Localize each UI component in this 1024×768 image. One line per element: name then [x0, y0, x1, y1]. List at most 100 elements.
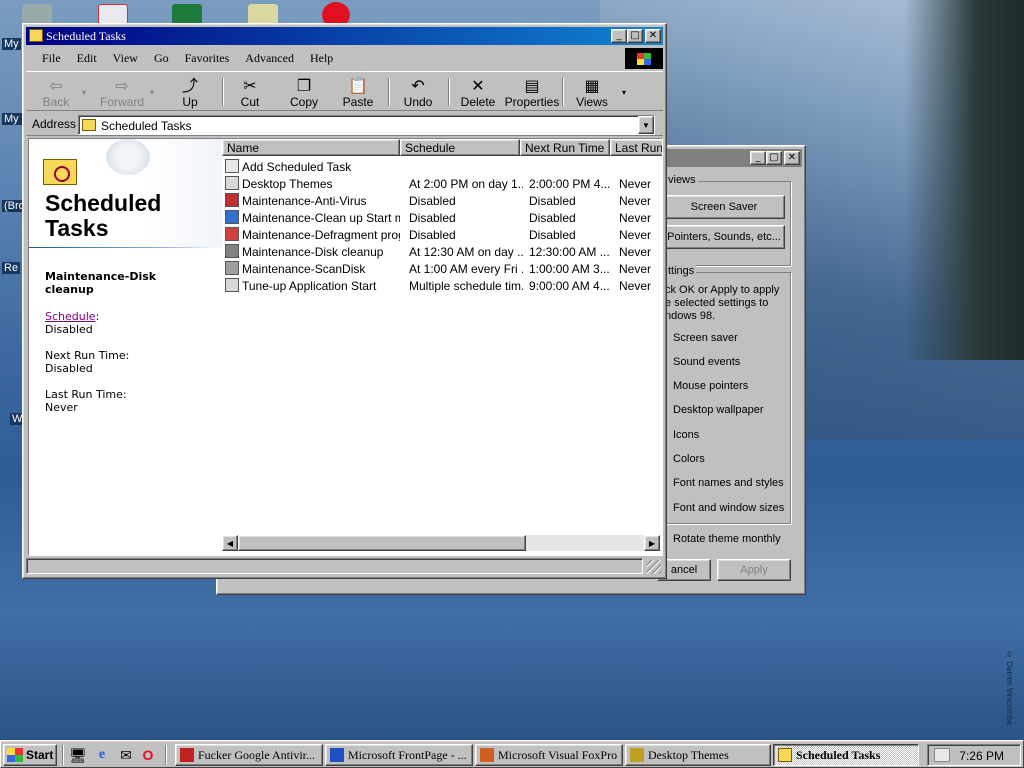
properties-button[interactable]: ▤ Properties [504, 75, 560, 110]
horizontal-scrollbar[interactable]: ◀ ▶ [222, 535, 660, 551]
close-button[interactable]: ✕ [784, 151, 800, 165]
copy-label: Copy [289, 95, 318, 109]
menu-favorites[interactable]: Favorites [177, 51, 238, 66]
table-row[interactable]: Maintenance-Anti-Virus Disabled Disabled Ne… [222, 192, 662, 209]
menu-bar: File Edit View Go Favorites Advanced Hel… [26, 47, 663, 69]
copy-button[interactable]: ❐ Copy [278, 75, 330, 110]
menu-edit[interactable]: Edit [69, 51, 105, 66]
taskbar-separator [62, 745, 64, 765]
wallpaper-trees [904, 0, 1024, 360]
address-dropdown-button[interactable]: ▼ [638, 116, 654, 134]
views-dropdown[interactable]: ▾ [618, 75, 630, 109]
taskbar-button-antivirus[interactable]: Fucker Google Antivir... [175, 744, 323, 766]
setting-mouse-pointers[interactable]: Mouse pointers [673, 380, 748, 392]
cleanup-task-icon [225, 210, 239, 224]
screen-saver-button[interactable]: Screen Saver [663, 195, 785, 219]
desktop-icon-label[interactable]: My [2, 38, 21, 50]
undo-button[interactable]: ↶ Undo [392, 75, 444, 110]
pointers-sounds-button[interactable]: Pointers, Sounds, etc... [663, 225, 785, 249]
next-run-field: Next Run Time: Disabled [45, 349, 129, 375]
resize-grip-icon[interactable] [647, 560, 661, 574]
back-dropdown[interactable]: ▾ [78, 75, 90, 109]
setting-font-sizes[interactable]: Font and window sizes [673, 502, 784, 514]
table-row[interactable]: Add Scheduled Task [222, 158, 662, 175]
apply-button[interactable]: Apply [717, 559, 791, 581]
toolbar-separator [562, 78, 564, 106]
column-header-name[interactable]: Name [222, 139, 400, 156]
scroll-right-icon[interactable]: ▶ [644, 535, 660, 551]
up-button[interactable]: ⤴ Up [164, 75, 216, 110]
start-button[interactable]: Start [3, 744, 57, 766]
task-last-run: Never [619, 228, 652, 242]
taskbar-button-label: Fucker Google Antivir... [198, 747, 315, 762]
maximize-button[interactable]: □ [766, 151, 782, 165]
paste-button[interactable]: 📋 Paste [332, 75, 384, 110]
scandisk-task-icon [225, 261, 239, 275]
table-row[interactable]: Tune-up Application Start Multiple schedu… [222, 277, 662, 294]
web-view-pane: Scheduled Tasks Maintenance-Disk cleanup… [29, 139, 222, 555]
task-name: Maintenance-Clean up Start me... [242, 211, 400, 225]
window-titlebar[interactable]: Scheduled Tasks _ □ ✕ [26, 27, 663, 45]
menu-advanced[interactable]: Advanced [237, 51, 302, 66]
table-row[interactable]: Maintenance-Clean up Start me... Disabled… [222, 209, 662, 226]
column-header-next-run[interactable]: Next Run Time [520, 139, 610, 156]
menu-file[interactable]: File [34, 51, 69, 66]
close-button[interactable]: ✕ [645, 29, 661, 43]
setting-sound-events[interactable]: Sound events [673, 356, 740, 368]
scheduled-tasks-folder-icon [43, 159, 77, 185]
setting-screen-saver[interactable]: Screen saver [673, 332, 738, 344]
taskbar-clock[interactable]: 7:26 PM [959, 749, 1004, 763]
schedule-link[interactable]: Schedule [45, 310, 96, 323]
folder-view: Scheduled Tasks Maintenance-Disk cleanup… [28, 138, 663, 556]
minimize-button[interactable]: _ [750, 151, 766, 165]
cut-button[interactable]: ✂ Cut [224, 75, 276, 110]
taskbar-button-frontpage[interactable]: Microsoft FrontPage - ... [325, 744, 473, 766]
scroll-left-icon[interactable]: ◀ [222, 535, 238, 551]
setting-font-names[interactable]: Font names and styles [673, 477, 784, 489]
setting-icons[interactable]: Icons [673, 429, 699, 441]
rotate-theme-checkbox[interactable]: Rotate theme monthly [673, 533, 781, 545]
column-header-last-run[interactable]: Last Run [610, 139, 662, 156]
fg-icon [180, 748, 194, 762]
setting-desktop-wallpaper[interactable]: Desktop wallpaper [673, 404, 764, 416]
minimize-button[interactable]: _ [611, 29, 627, 43]
views-group: views [657, 174, 791, 266]
folder-icon [82, 119, 96, 131]
opera-icon[interactable]: O [139, 746, 157, 764]
address-field[interactable]: Scheduled Tasks ▼ [78, 115, 655, 135]
outlook-express-icon[interactable]: ✉ [117, 746, 135, 764]
back-arrow-icon: ⇦ [49, 76, 63, 95]
table-row[interactable]: Desktop Themes At 2:00 PM on day 1... 2:00… [222, 175, 662, 192]
internet-explorer-icon[interactable]: e [93, 746, 111, 764]
taskbar-button-scheduled-tasks[interactable]: Scheduled Tasks [773, 744, 919, 766]
table-row[interactable]: Maintenance-Defragment progr... Disabled D… [222, 226, 662, 243]
setting-colors[interactable]: Colors [673, 453, 705, 465]
taskbar-button-desktop-themes[interactable]: Desktop Themes [625, 744, 771, 766]
views-icon: ▦ [584, 76, 600, 95]
task-last-run: Never [619, 262, 652, 276]
column-header-schedule[interactable]: Schedule [400, 139, 520, 156]
desktop-icon-label[interactable]: Re [2, 262, 21, 274]
scrollbar-thumb[interactable] [238, 535, 526, 551]
back-button[interactable]: ⇦ Back [30, 75, 82, 110]
maximize-button[interactable]: □ [627, 29, 643, 43]
taskbar-button-foxpro[interactable]: Microsoft Visual FoxPro [475, 744, 623, 766]
views-button[interactable]: ▦ Views [566, 75, 618, 110]
task-scheduler-tray-icon[interactable] [934, 748, 950, 762]
next-run-value: Disabled [45, 362, 93, 375]
table-row[interactable]: Maintenance-Disk cleanup At 12:30 AM on d… [222, 243, 662, 260]
task-next-run: Disabled [529, 211, 576, 225]
forward-button[interactable]: ⇨ Forward [96, 75, 148, 110]
delete-button[interactable]: ✕ Delete [452, 75, 504, 110]
settings-group-label: ttings [666, 265, 697, 277]
forward-dropdown[interactable]: ▾ [146, 75, 158, 109]
task-name: Add Scheduled Task [242, 160, 352, 174]
menu-go[interactable]: Go [146, 51, 177, 66]
foxpro-icon [480, 748, 494, 762]
table-row[interactable]: Maintenance-ScanDisk At 1:00 AM every Fri… [222, 260, 662, 277]
task-next-run: 1:00:00 AM 3... [529, 262, 610, 276]
show-desktop-icon[interactable]: 🖥 [69, 746, 87, 764]
menu-view[interactable]: View [105, 51, 146, 66]
menu-help[interactable]: Help [302, 51, 341, 66]
properties-label: Properties [504, 95, 560, 109]
